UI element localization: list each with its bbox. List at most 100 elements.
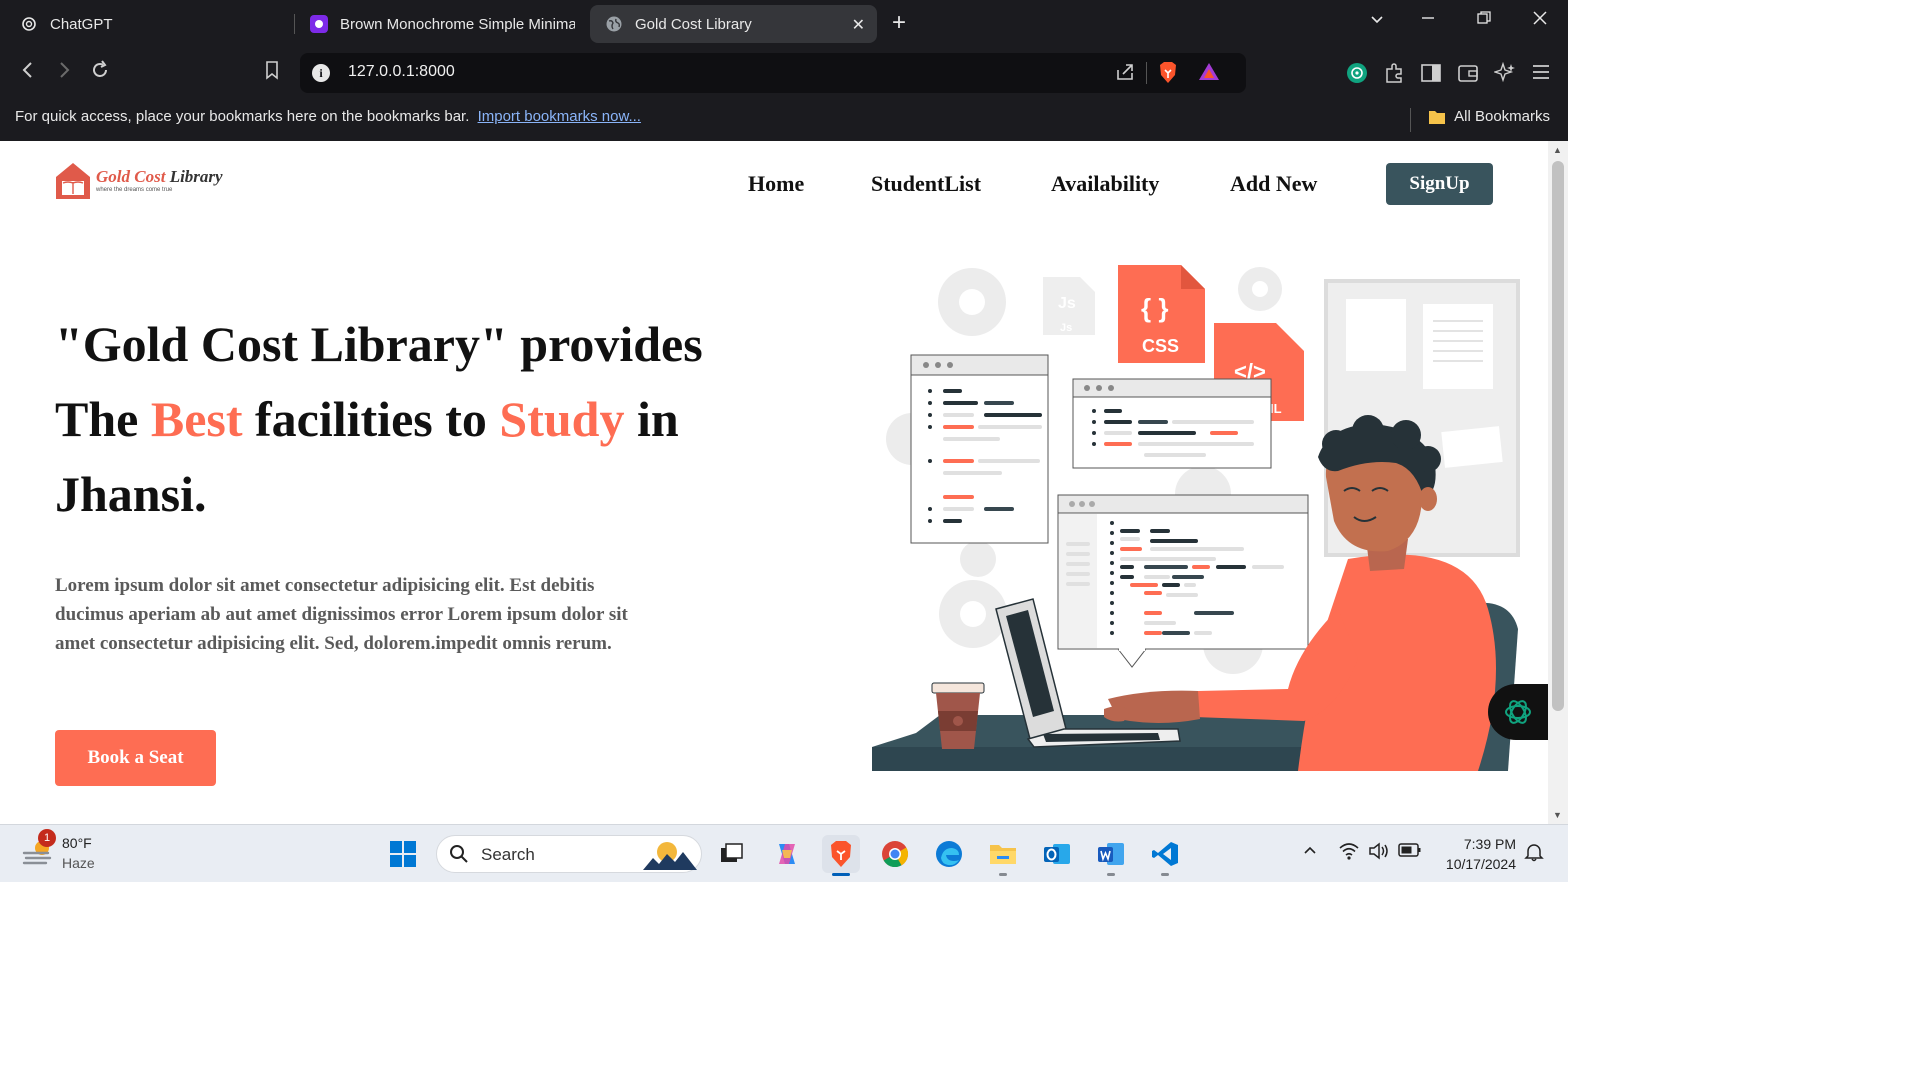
hero-line-2b: facilities to: [242, 391, 500, 447]
vscode-app[interactable]: [1146, 835, 1184, 876]
brave-icon: [828, 840, 854, 868]
weather-condition: Haze: [62, 855, 95, 871]
restore-button[interactable]: [1476, 10, 1492, 31]
site-logo[interactable]: Gold Cost Library where the dreams come …: [54, 161, 223, 201]
forward-icon[interactable]: [56, 60, 72, 86]
active-app-indicator: [832, 873, 850, 876]
battery-icon[interactable]: [1398, 842, 1422, 861]
edge-app[interactable]: [930, 835, 968, 873]
all-bookmarks-button[interactable]: All Bookmarks: [1428, 108, 1550, 125]
extensions-puzzle-icon[interactable]: [1384, 62, 1406, 89]
tab-title: Gold Cost Library: [635, 15, 752, 33]
share-icon[interactable]: [1114, 61, 1136, 88]
code-window-left: [910, 354, 1049, 544]
word-app[interactable]: [1092, 835, 1130, 876]
brave-rewards-icon[interactable]: [1198, 61, 1220, 88]
wifi-icon[interactable]: [1338, 842, 1360, 863]
leo-ai-icon[interactable]: [1492, 61, 1516, 89]
notifications-icon[interactable]: [1524, 842, 1544, 865]
app-open-indicator: [999, 873, 1007, 876]
site-info-icon[interactable]: i: [312, 64, 330, 82]
chrome-icon: [881, 840, 909, 868]
illus-html-suffix-label: IL: [1270, 401, 1282, 416]
browser-toolbar: i 127.0.0.1:8000: [0, 48, 1568, 100]
scrollbar-thumb[interactable]: [1552, 161, 1564, 711]
vscode-icon: [1151, 840, 1179, 868]
tab-search-chevron-icon[interactable]: [1370, 10, 1384, 31]
tab-title: ChatGPT: [50, 15, 113, 33]
illus-css-label: CSS: [1142, 336, 1179, 356]
logo-name: Gold Cost Library: [96, 168, 223, 186]
search-placeholder: Search: [481, 845, 535, 864]
page-scrollbar[interactable]: ▲ ▼: [1548, 141, 1568, 824]
scroll-up-icon[interactable]: ▲: [1553, 145, 1562, 155]
copilot-icon: [773, 840, 801, 868]
bookmarks-bar: For quick access, place your bookmarks h…: [0, 100, 1568, 141]
chrome-app[interactable]: [876, 835, 914, 873]
new-tab-button[interactable]: +: [892, 10, 906, 36]
web-page: Gold Cost Library where the dreams come …: [0, 141, 1548, 824]
taskbar-search-box[interactable]: Search: [436, 835, 702, 873]
tab-canva[interactable]: Brown Monochrome Simple Minimal: [310, 5, 575, 43]
folder-icon: [1428, 109, 1446, 125]
wallet-icon[interactable]: [1457, 62, 1479, 89]
hero-line-2a: The: [55, 391, 151, 447]
nav-availability[interactable]: Availability: [1051, 171, 1159, 197]
folder-icon: [989, 842, 1017, 866]
browser-tab-bar: ChatGPT Brown Monochrome Simple Minimal …: [0, 0, 1568, 48]
app-open-indicator: [1161, 873, 1169, 876]
hero-title: "Gold Cost Library" provides The Best fa…: [55, 307, 775, 532]
task-view-button[interactable]: [712, 835, 750, 873]
import-bookmarks-link[interactable]: Import bookmarks now...: [478, 108, 641, 125]
file-explorer-app[interactable]: [984, 835, 1022, 876]
outlook-app[interactable]: [1038, 835, 1076, 873]
tab-title: Brown Monochrome Simple Minimal: [340, 15, 575, 33]
nav-home[interactable]: Home: [748, 171, 804, 197]
chatgpt-icon: [20, 15, 38, 33]
nav-student-list[interactable]: StudentList: [871, 171, 981, 197]
close-window-button[interactable]: [1532, 10, 1548, 31]
all-bookmarks-label: All Bookmarks: [1454, 108, 1550, 125]
hero-line-3: Jhansi.: [55, 466, 207, 522]
word-icon: [1097, 841, 1125, 867]
back-icon[interactable]: [20, 60, 36, 86]
address-bar[interactable]: i 127.0.0.1:8000: [300, 53, 1246, 93]
tab-chatgpt[interactable]: ChatGPT: [20, 5, 280, 43]
chatgpt-floating-button[interactable]: [1488, 684, 1548, 740]
clock-date: 10/17/2024: [1445, 856, 1516, 872]
weather-notification-badge: 1: [38, 829, 56, 847]
reload-icon[interactable]: [90, 60, 110, 86]
show-hidden-icons-chevron[interactable]: [1302, 842, 1318, 861]
weather-widget[interactable]: 1 80°F Haze: [22, 829, 95, 873]
hero-description: Lorem ipsum dolor sit amet consectetur a…: [55, 575, 628, 654]
library-logo-icon: [54, 161, 92, 201]
system-clock[interactable]: 7:39 PM 10/17/2024: [1430, 834, 1516, 874]
openai-icon: [1501, 695, 1535, 729]
copilot-app[interactable]: [768, 835, 806, 873]
brave-browser-app[interactable]: [822, 835, 860, 876]
code-window-middle: [1072, 378, 1272, 469]
brave-shields-icon[interactable]: [1157, 61, 1179, 90]
signup-button[interactable]: SignUp: [1386, 163, 1493, 205]
scroll-down-icon[interactable]: ▼: [1553, 810, 1562, 820]
minimize-button[interactable]: [1420, 10, 1436, 31]
hero-line-2c: in: [624, 391, 679, 447]
close-tab-icon[interactable]: ✕: [852, 15, 865, 35]
weather-temp: 80°F: [62, 835, 92, 851]
illus-js-label: Js: [1058, 295, 1076, 312]
outlook-icon: [1043, 841, 1071, 867]
nav-add-new[interactable]: Add New: [1230, 171, 1317, 197]
url-text[interactable]: 127.0.0.1:8000: [348, 63, 455, 81]
bookmark-icon[interactable]: [264, 60, 280, 86]
menu-icon[interactable]: [1531, 62, 1551, 87]
volume-icon[interactable]: [1368, 842, 1390, 863]
start-button[interactable]: [384, 835, 422, 873]
book-a-seat-button[interactable]: Book a Seat: [55, 730, 216, 786]
tab-gold-cost-library[interactable]: Gold Cost Library ✕: [590, 5, 877, 43]
logo-name-gold: Gold Cost: [96, 167, 166, 186]
hero-accent-best: Best: [150, 391, 243, 447]
bookmarks-divider: [1410, 108, 1411, 132]
logo-wordmark: Gold Cost Library where the dreams come …: [96, 168, 223, 194]
chatgpt-extension-icon[interactable]: [1346, 62, 1368, 89]
sidebar-toggle-icon[interactable]: [1420, 62, 1442, 89]
